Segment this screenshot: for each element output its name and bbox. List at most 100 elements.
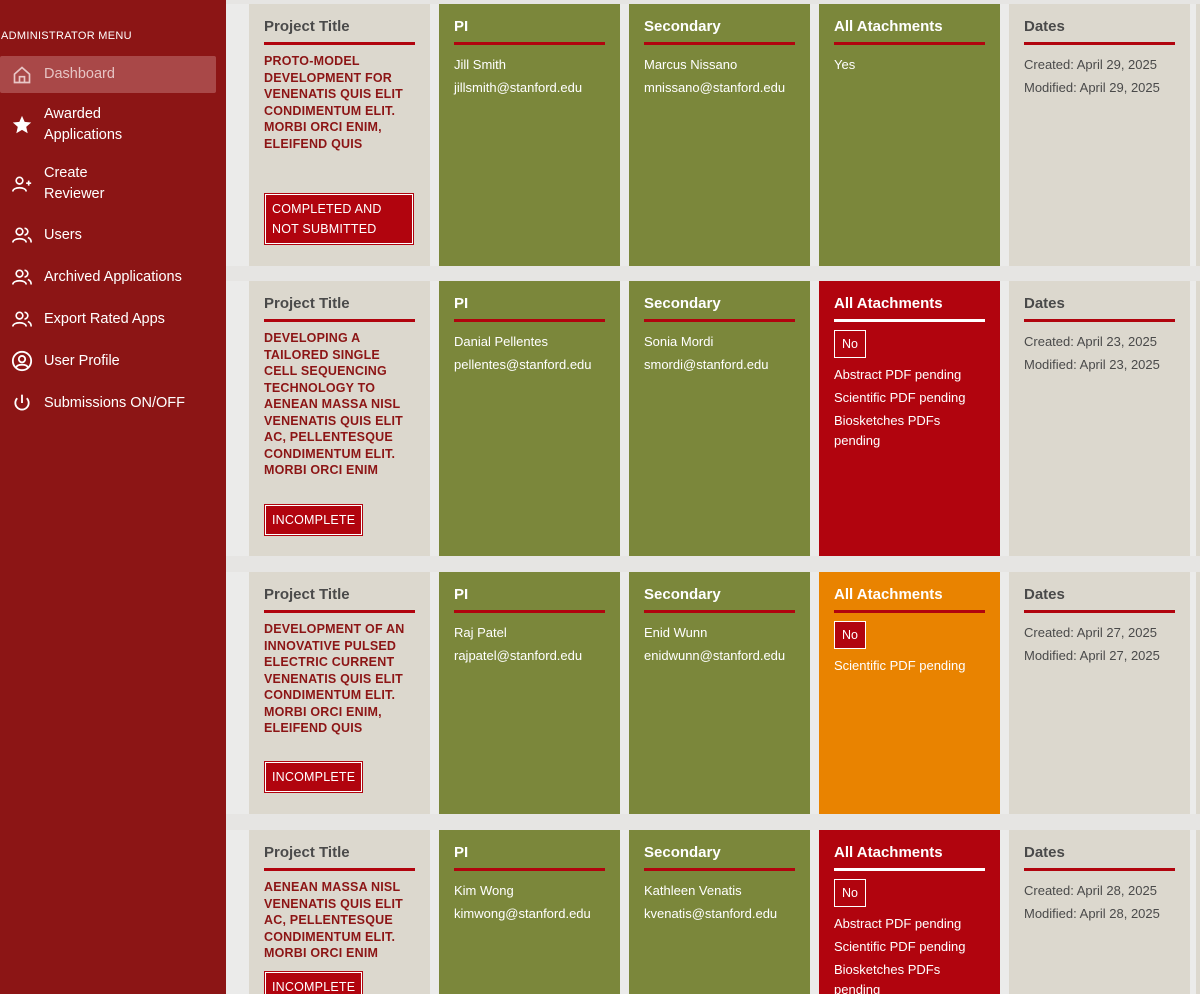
add-user-icon bbox=[0, 174, 44, 194]
secondary-header: Secondary bbox=[644, 844, 795, 871]
sidebar-item-user-profile[interactable]: User Profile bbox=[0, 350, 216, 372]
sidebar-item-label: Submissions ON/OFF bbox=[44, 394, 185, 411]
secondary-card: Secondary Sonia Mordi smordi@stanford.ed… bbox=[629, 281, 810, 556]
pi-name: Kim Wong bbox=[454, 883, 514, 898]
attachments-card: All Atachments No Scientific PDF pending bbox=[819, 572, 1000, 814]
dates-card: Dates Created: April 28, 2025 Modified: … bbox=[1009, 830, 1190, 994]
pi-card: PI Raj Patel rajpatel@stanford.edu bbox=[439, 572, 620, 814]
sidebar-item-label: Dashboard bbox=[44, 66, 115, 82]
pending-item: Scientific PDF pending bbox=[834, 658, 966, 673]
pi-name: Danial Pellentes bbox=[454, 334, 548, 349]
created-date: Created: April 27, 2025 bbox=[1024, 625, 1157, 640]
attachments-card: All Atachments Yes bbox=[819, 4, 1000, 266]
created-date: Created: April 28, 2025 bbox=[1024, 883, 1157, 898]
dates-header: Dates bbox=[1024, 844, 1175, 871]
secondary-header: Secondary bbox=[644, 295, 795, 322]
pi-email[interactable]: kimwong@stanford.edu bbox=[454, 902, 605, 925]
secondary-header: Secondary bbox=[644, 586, 795, 613]
pending-item: Abstract PDF pending bbox=[834, 916, 962, 931]
secondary-email[interactable]: enidwunn@stanford.edu bbox=[644, 644, 795, 667]
attachments-header: All Atachments bbox=[834, 18, 985, 45]
dates-header: Dates bbox=[1024, 18, 1175, 45]
created-date: Created: April 23, 2025 bbox=[1024, 334, 1157, 349]
attachments-card: All Atachments No Abstract PDF pending S… bbox=[819, 830, 1000, 994]
pi-name: Raj Patel bbox=[454, 625, 507, 640]
dates-card: Dates Created: April 29, 2025 Modified: … bbox=[1009, 4, 1190, 266]
users-icon bbox=[0, 309, 44, 329]
project-title-header: Project Title bbox=[264, 844, 415, 871]
application-row: Project Title DEVELOPING A TAILORED SING… bbox=[226, 281, 1200, 556]
attachments-status: No bbox=[834, 879, 866, 907]
user-circle-icon bbox=[0, 350, 44, 372]
star-icon bbox=[0, 114, 44, 136]
pending-item: Abstract PDF pending bbox=[834, 367, 962, 382]
users-icon bbox=[0, 225, 44, 245]
next-column-edge bbox=[1196, 4, 1200, 266]
pi-card: PI Kim Wong kimwong@stanford.edu bbox=[439, 830, 620, 994]
pi-email[interactable]: rajpatel@stanford.edu bbox=[454, 644, 605, 667]
sidebar-item-label: Export Rated Apps bbox=[44, 310, 165, 327]
status-badge[interactable]: INCOMPLETE bbox=[263, 504, 364, 536]
secondary-card: Secondary Enid Wunn enidwunn@stanford.ed… bbox=[629, 572, 810, 814]
pi-header: PI bbox=[454, 295, 605, 322]
pi-header: PI bbox=[454, 18, 605, 45]
secondary-name: Marcus Nissano bbox=[644, 57, 738, 72]
modified-date: Modified: April 23, 2025 bbox=[1024, 357, 1160, 372]
modified-date: Modified: April 29, 2025 bbox=[1024, 80, 1160, 95]
pi-name: Jill Smith bbox=[454, 57, 507, 72]
secondary-email[interactable]: mnissano@stanford.edu bbox=[644, 76, 795, 99]
status-badge[interactable]: INCOMPLETE bbox=[263, 761, 364, 793]
secondary-email[interactable]: smordi@stanford.edu bbox=[644, 353, 795, 376]
sidebar-item-dashboard[interactable]: Dashboard bbox=[0, 56, 216, 93]
sidebar-item-export-rated-apps[interactable]: Export Rated Apps bbox=[0, 308, 216, 330]
application-row: Project Title AENEAN MASSA NISL VENENATI… bbox=[226, 830, 1200, 994]
power-icon bbox=[0, 393, 44, 413]
sidebar: ADMINISTRATOR MENU Dashboard Awarded App… bbox=[0, 0, 226, 994]
next-column-edge bbox=[1196, 281, 1200, 556]
project-title-header: Project Title bbox=[264, 586, 415, 613]
project-title-card: Project Title DEVELOPING A TAILORED SING… bbox=[249, 281, 430, 556]
menu-title: ADMINISTRATOR MENU bbox=[1, 30, 132, 42]
project-title-text: DEVELOPING A TAILORED SINGLE CELL SEQUEN… bbox=[264, 331, 403, 477]
pending-item: Scientific PDF pending bbox=[834, 390, 966, 405]
attachments-header: All Atachments bbox=[834, 844, 985, 871]
sidebar-item-label: Create Reviewer bbox=[44, 165, 105, 202]
secondary-header: Secondary bbox=[644, 18, 795, 45]
secondary-email[interactable]: kvenatis@stanford.edu bbox=[644, 902, 795, 925]
sidebar-item-create-reviewer[interactable]: Create Reviewer bbox=[0, 162, 216, 206]
secondary-card: Secondary Kathleen Venatis kvenatis@stan… bbox=[629, 830, 810, 994]
applications-list: Project Title PROTO-MODEL DEVELOPMENT FO… bbox=[226, 0, 1200, 994]
project-title-text: DEVELOPMENT OF AN INNOVATIVE PULSED ELEC… bbox=[264, 622, 405, 735]
pi-email[interactable]: jillsmith@stanford.edu bbox=[454, 76, 605, 99]
sidebar-item-archived-applications[interactable]: Archived Applications bbox=[0, 266, 216, 288]
created-date: Created: April 29, 2025 bbox=[1024, 57, 1157, 72]
dates-header: Dates bbox=[1024, 295, 1175, 322]
sidebar-item-label: Awarded Applications bbox=[44, 106, 123, 143]
secondary-card: Secondary Marcus Nissano mnissano@stanfo… bbox=[629, 4, 810, 266]
status-badge[interactable]: INCOMPLETE bbox=[263, 971, 364, 994]
secondary-name: Enid Wunn bbox=[644, 625, 708, 640]
pi-email[interactable]: pellentes@stanford.edu bbox=[454, 353, 605, 376]
sidebar-item-users[interactable]: Users bbox=[0, 224, 216, 246]
attachments-status: Yes bbox=[834, 57, 856, 72]
sidebar-item-awarded-applications[interactable]: Awarded Applications bbox=[0, 103, 216, 147]
status-badge[interactable]: COMPLETED AND NOT SUBMITTED bbox=[264, 193, 414, 245]
pi-header: PI bbox=[454, 844, 605, 871]
modified-date: Modified: April 27, 2025 bbox=[1024, 648, 1160, 663]
pending-item: Scientific PDF pending bbox=[834, 939, 966, 954]
sidebar-item-label: Users bbox=[44, 226, 82, 243]
project-title-header: Project Title bbox=[264, 18, 415, 45]
attachments-header: All Atachments bbox=[834, 295, 985, 322]
application-row: Project Title DEVELOPMENT OF AN INNOVATI… bbox=[226, 572, 1200, 814]
secondary-name: Sonia Mordi bbox=[644, 334, 714, 349]
secondary-name: Kathleen Venatis bbox=[644, 883, 742, 898]
project-title-text: PROTO-MODEL DEVELOPMENT FOR VENENATIS QU… bbox=[264, 54, 403, 151]
home-icon bbox=[0, 65, 44, 85]
modified-date: Modified: April 28, 2025 bbox=[1024, 906, 1160, 921]
pi-card: PI Danial Pellentes pellentes@stanford.e… bbox=[439, 281, 620, 556]
project-title-text: AENEAN MASSA NISL VENENATIS QUIS ELIT AC… bbox=[264, 880, 403, 960]
application-row: Project Title PROTO-MODEL DEVELOPMENT FO… bbox=[226, 4, 1200, 266]
dates-card: Dates Created: April 23, 2025 Modified: … bbox=[1009, 281, 1190, 556]
users-icon bbox=[0, 267, 44, 287]
sidebar-item-submissions-toggle[interactable]: Submissions ON/OFF bbox=[0, 392, 216, 414]
